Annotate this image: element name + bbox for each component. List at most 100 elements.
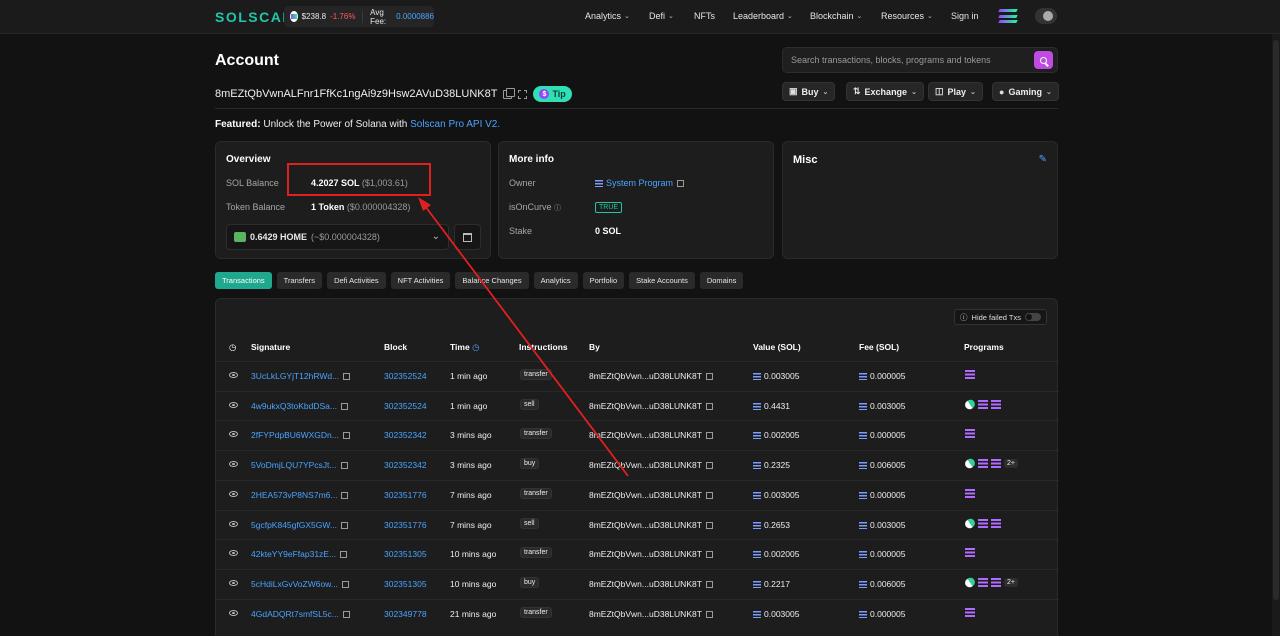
copy-icon[interactable]: [341, 402, 348, 410]
signature-cell[interactable]: 5VoDmjLQU7YPcsJt...: [251, 460, 348, 470]
page-scrollbar[interactable]: [1272, 34, 1280, 636]
by-cell[interactable]: 8mEZtQbVwn...uD38LUNK8T: [589, 549, 713, 559]
qr-code-icon[interactable]: [518, 89, 528, 99]
by-cell[interactable]: 8mEZtQbVwn...uD38LUNK8T: [589, 371, 713, 381]
nav-resources[interactable]: Resources ⌄: [881, 11, 933, 21]
signature-cell[interactable]: 2HEA573vP8NS7m6...: [251, 490, 349, 500]
by-cell[interactable]: 8mEZtQbVwn...uD38LUNK8T: [589, 401, 713, 411]
solana-program-icon[interactable]: [978, 518, 988, 528]
search-button[interactable]: [1034, 51, 1053, 69]
solana-program-icon[interactable]: [991, 459, 1001, 469]
sign-in-link[interactable]: Sign in: [951, 11, 979, 21]
copy-icon[interactable]: [705, 402, 713, 410]
token-holdings-dropdown[interactable]: 0.6429 HOME (~$0.000004328) ⌄: [226, 224, 449, 250]
play-button[interactable]: ◫ Play ⌄: [928, 82, 983, 101]
signature-cell[interactable]: 3UcLkLGYjT12hRWd...: [251, 371, 351, 381]
gaming-button[interactable]: ● Gaming ⌄: [992, 82, 1059, 101]
block-link[interactable]: 302352524: [384, 401, 427, 411]
pill-program-icon[interactable]: [963, 516, 977, 530]
tab-nft-activities[interactable]: NFT Activities: [390, 272, 451, 289]
solana-program-icon[interactable]: [965, 429, 975, 439]
by-address[interactable]: 8mEZtQbVwn...uD38LUNK8T: [589, 609, 702, 619]
by-address[interactable]: 8mEZtQbVwn...uD38LUNK8T: [589, 460, 702, 470]
signature-link[interactable]: 2fFYPdpBU6WXGDn...: [251, 430, 339, 440]
nav-blockchain[interactable]: Blockchain ⌄: [810, 11, 862, 21]
eye-icon[interactable]: [229, 461, 238, 468]
copy-icon[interactable]: [705, 432, 713, 440]
signature-cell[interactable]: 5cHdiLxGvVoZW6ow...: [251, 579, 349, 589]
by-address[interactable]: 8mEZtQbVwn...uD38LUNK8T: [589, 520, 702, 530]
by-cell[interactable]: 8mEZtQbVwn...uD38LUNK8T: [589, 579, 713, 589]
eye-icon[interactable]: [229, 372, 238, 378]
copy-icon[interactable]: [341, 491, 349, 499]
settings-icon[interactable]: ◷: [229, 342, 236, 353]
block-link[interactable]: 302351776: [384, 520, 427, 530]
copy-icon[interactable]: [705, 491, 713, 499]
signature-link[interactable]: 5VoDmjLQU7YPcsJt...: [251, 460, 337, 470]
solana-program-icon[interactable]: [978, 459, 988, 469]
scrollbar-thumb[interactable]: [1273, 40, 1279, 600]
tab-transactions[interactable]: Transactions: [215, 272, 272, 289]
info-icon[interactable]: ⓘ: [554, 205, 561, 212]
copy-icon[interactable]: [342, 432, 350, 440]
block-link[interactable]: 302352342: [384, 430, 427, 440]
by-cell[interactable]: 8mEZtQbVwn...uD38LUNK8T: [589, 609, 713, 619]
signature-cell[interactable]: 42kteYY9eFfap31zE...: [251, 549, 348, 559]
theme-toggle[interactable]: [1035, 8, 1057, 24]
by-address[interactable]: 8mEZtQbVwn...uD38LUNK8T: [589, 579, 702, 589]
signature-cell[interactable]: 5gcfpK845gfGX5GW...: [251, 520, 348, 530]
hide-failed-txs-toggle[interactable]: ⓘ Hide failed Txs: [954, 309, 1047, 325]
eye-icon[interactable]: [229, 401, 238, 408]
tip-button[interactable]: $ Tip: [533, 86, 572, 102]
buy-button[interactable]: ▣ Buy ⌄: [782, 82, 836, 101]
tab-domains[interactable]: Domains: [699, 272, 744, 289]
clock-icon[interactable]: ◷: [472, 342, 479, 352]
eye-icon[interactable]: [229, 609, 238, 616]
solana-program-icon[interactable]: [965, 607, 975, 617]
by-address[interactable]: 8mEZtQbVwn...uD38LUNK8T: [589, 549, 702, 559]
tab-defi-activities[interactable]: Defi Activities: [327, 272, 386, 289]
solscan-pro-api-link[interactable]: Solscan Pro API V2.: [410, 119, 500, 130]
eye-icon[interactable]: [229, 520, 238, 527]
nav-analytics[interactable]: Analytics ⌄: [585, 11, 630, 21]
signature-link[interactable]: 3UcLkLGYjT12hRWd...: [251, 371, 339, 381]
nav-nfts[interactable]: NFTs: [694, 11, 715, 21]
solana-program-icon[interactable]: [978, 399, 988, 409]
solana-program-icon[interactable]: [965, 370, 975, 379]
solscan-logo[interactable]: SOLSCAN: [215, 9, 294, 25]
copy-icon[interactable]: [343, 373, 351, 380]
tab-stake-accounts[interactable]: Stake Accounts: [629, 272, 695, 289]
solana-program-icon[interactable]: [965, 488, 975, 498]
copy-icon[interactable]: [342, 610, 350, 618]
signature-cell[interactable]: 4w9ukxQ3toKbdDSa...: [251, 401, 348, 411]
by-cell[interactable]: 8mEZtQbVwn...uD38LUNK8T: [589, 430, 713, 440]
copy-icon[interactable]: [705, 373, 713, 380]
block-link[interactable]: 302349778: [384, 609, 427, 619]
pill-program-icon[interactable]: [963, 575, 977, 589]
signature-cell[interactable]: 2fFYPdpBU6WXGDn...: [251, 430, 350, 440]
col-time[interactable]: Time ◷: [450, 342, 479, 353]
more-programs-badge[interactable]: 2+: [1004, 577, 1018, 587]
tab-balance-changes[interactable]: Balance Changes: [455, 272, 529, 289]
more-programs-badge[interactable]: 2+: [1004, 459, 1018, 469]
search-input[interactable]: [783, 48, 1023, 72]
eye-icon[interactable]: [229, 490, 238, 497]
signature-link[interactable]: 5gcfpK845gfGX5GW...: [251, 520, 337, 530]
portfolio-calendar-button[interactable]: [454, 224, 481, 250]
copy-icon[interactable]: [677, 180, 685, 187]
by-address[interactable]: 8mEZtQbVwn...uD38LUNK8T: [589, 401, 702, 411]
tab-analytics[interactable]: Analytics: [533, 272, 578, 289]
toggle-switch[interactable]: [1025, 313, 1041, 321]
block-link[interactable]: 302352524: [384, 371, 427, 381]
by-cell[interactable]: 8mEZtQbVwn...uD38LUNK8T: [589, 460, 713, 470]
by-address[interactable]: 8mEZtQbVwn...uD38LUNK8T: [589, 490, 702, 500]
exchange-button[interactable]: ⇅ Exchange ⌄: [846, 82, 924, 101]
block-link[interactable]: 302351305: [384, 579, 427, 589]
block-link[interactable]: 302351305: [384, 549, 427, 559]
signature-cell[interactable]: 4GdADQRt7smfSL5c...: [251, 609, 350, 619]
signature-link[interactable]: 4w9ukxQ3toKbdDSa...: [251, 401, 337, 411]
nav-defi[interactable]: Defi ⌄: [649, 11, 674, 21]
solana-program-icon[interactable]: [978, 577, 988, 587]
copy-icon[interactable]: [705, 551, 713, 559]
block-link[interactable]: 302352342: [384, 460, 427, 470]
